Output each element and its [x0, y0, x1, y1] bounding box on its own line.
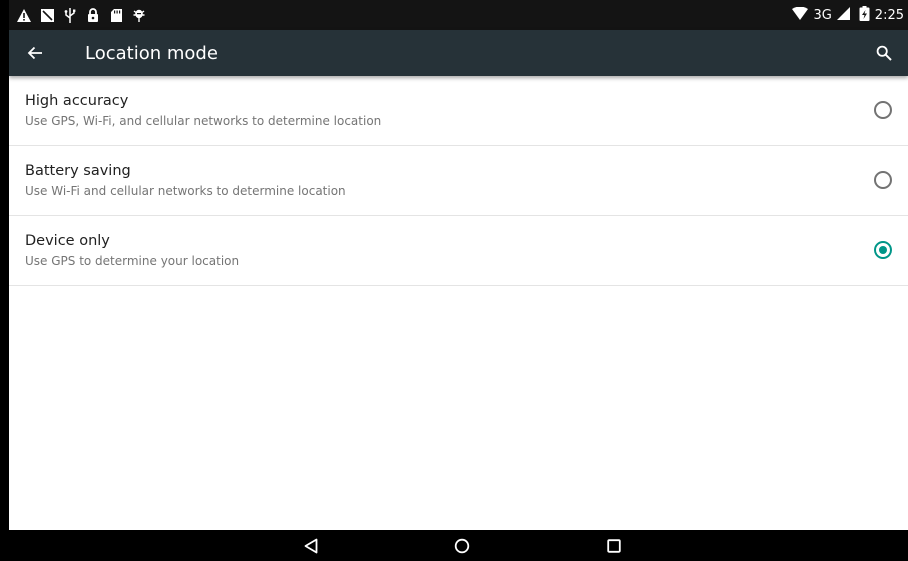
search-icon — [876, 45, 892, 61]
location-mode-list: High accuracy Use GPS, Wi-Fi, and cellul… — [9, 76, 908, 286]
option-subtitle: Use GPS, Wi-Fi, and cellular networks to… — [25, 114, 382, 128]
back-button[interactable] — [23, 41, 47, 65]
navigation-bar — [9, 530, 908, 561]
option-device-only[interactable]: Device only Use GPS to determine your lo… — [9, 216, 908, 286]
option-title: Device only — [25, 233, 110, 249]
battery-icon — [859, 5, 870, 25]
usb-icon — [63, 7, 77, 23]
debug-icon — [132, 8, 146, 22]
network-type: 3G — [813, 7, 832, 23]
notification-icons — [17, 7, 146, 23]
option-title: High accuracy — [25, 93, 129, 109]
search-button[interactable] — [872, 41, 896, 65]
option-subtitle: Use GPS to determine your location — [25, 254, 240, 268]
recents-square-icon — [607, 539, 621, 553]
sd-card-icon — [109, 8, 123, 22]
nav-back-button[interactable] — [300, 536, 322, 556]
app-toolbar: Location mode — [9, 30, 908, 76]
option-subtitle: Use Wi-Fi and cellular networks to deter… — [25, 184, 346, 198]
nav-recents-button[interactable] — [603, 536, 625, 556]
warning-icon — [17, 8, 31, 22]
status-bar: 3G 2:25 — [9, 0, 908, 30]
lock-icon — [86, 8, 100, 22]
system-status: 3G 2:25 — [792, 5, 904, 25]
radio-button-device-only[interactable] — [874, 241, 892, 259]
back-triangle-icon — [304, 538, 318, 554]
screen-bezel — [0, 0, 9, 561]
screen: 3G 2:25 Location mode High accuracy Use … — [0, 0, 908, 561]
arrow-back-icon — [27, 46, 42, 60]
page-title: Location mode — [85, 43, 218, 64]
nav-home-button[interactable] — [451, 536, 473, 556]
option-battery-saving[interactable]: Battery saving Use Wi-Fi and cellular ne… — [9, 146, 908, 216]
radio-button-battery-saving[interactable] — [874, 171, 892, 189]
wifi-icon — [792, 6, 809, 24]
clock: 2:25 — [874, 7, 904, 23]
home-circle-icon — [454, 538, 470, 554]
radio-button-high-accuracy[interactable] — [874, 101, 892, 119]
option-high-accuracy[interactable]: High accuracy Use GPS, Wi-Fi, and cellul… — [9, 76, 908, 146]
no-sim-icon — [40, 8, 54, 22]
option-title: Battery saving — [25, 163, 131, 179]
signal-icon — [836, 6, 850, 24]
